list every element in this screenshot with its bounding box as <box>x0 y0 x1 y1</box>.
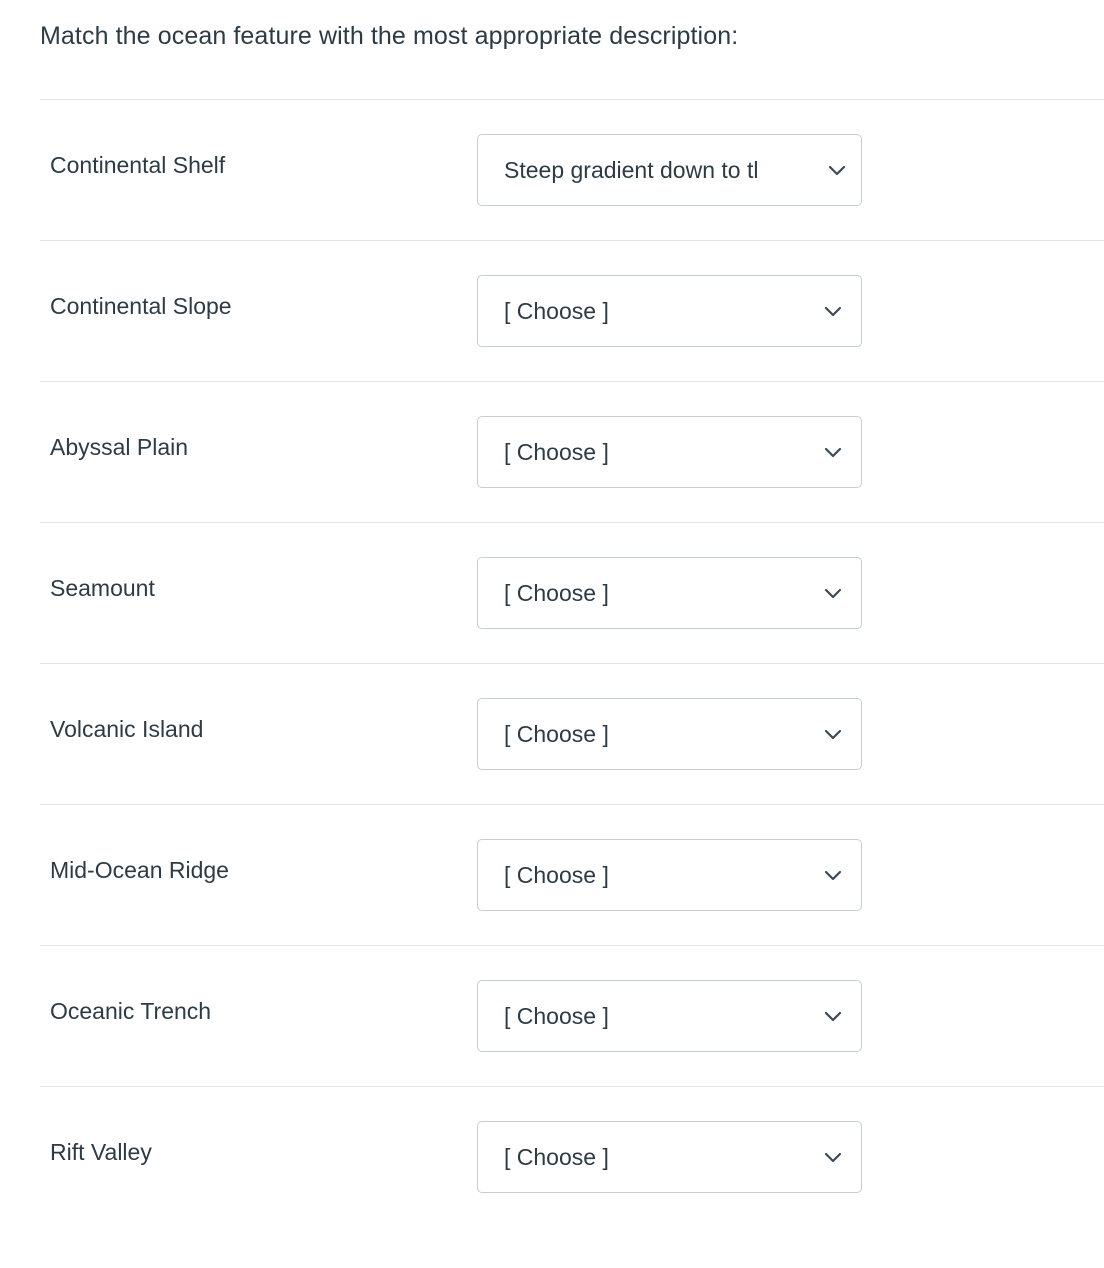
match-item-label: Abyssal Plain <box>50 434 189 460</box>
question-prompt: Match the ocean feature with the most ap… <box>40 22 739 50</box>
match-answer-value: Steep gradient down to tl <box>504 157 759 183</box>
chevron-down-icon <box>821 1004 845 1028</box>
match-answer-select-mid-ocean-ridge[interactable]: [ Choose ] <box>477 839 862 911</box>
match-answer-value: [ Choose ] <box>504 439 609 465</box>
match-answer-select-volcanic-island[interactable]: [ Choose ] <box>477 698 862 770</box>
chevron-down-icon <box>821 863 845 887</box>
chevron-down-icon <box>821 581 845 605</box>
match-item-label: Continental Shelf <box>50 152 226 178</box>
chevron-down-icon <box>821 440 845 464</box>
match-answer-select-abyssal-plain[interactable]: [ Choose ] <box>477 416 862 488</box>
match-answer-select-continental-slope[interactable]: [ Choose ] <box>477 275 862 347</box>
match-item-label: Volcanic Island <box>50 716 204 742</box>
match-answer-select-continental-shelf[interactable]: Steep gradient down to tl <box>477 134 862 206</box>
match-item-label: Rift Valley <box>50 1139 152 1165</box>
table-row: Oceanic Trench [ Choose ] <box>40 945 1104 1086</box>
table-row: Seamount [ Choose ] <box>40 522 1104 663</box>
match-answer-value: [ Choose ] <box>504 1144 609 1170</box>
chevron-down-icon <box>821 299 845 323</box>
match-answer-select-oceanic-trench[interactable]: [ Choose ] <box>477 980 862 1052</box>
table-row: Continental Slope [ Choose ] <box>40 240 1104 381</box>
match-answer-value: [ Choose ] <box>504 580 609 606</box>
table-row: Abyssal Plain [ Choose ] <box>40 381 1104 522</box>
table-row: Continental Shelf Steep gradient down to… <box>40 99 1104 240</box>
match-answer-value: [ Choose ] <box>504 721 609 747</box>
table-row: Rift Valley [ Choose ] <box>40 1086 1104 1227</box>
match-answer-select-seamount[interactable]: [ Choose ] <box>477 557 862 629</box>
match-item-label: Oceanic Trench <box>50 998 212 1024</box>
matching-question: Match the ocean feature with the most ap… <box>0 0 1104 1268</box>
match-item-label: Continental Slope <box>50 293 232 319</box>
match-rows-list: Continental Shelf Steep gradient down to… <box>0 99 1104 1227</box>
match-answer-value: [ Choose ] <box>504 298 609 324</box>
chevron-down-icon <box>825 158 849 182</box>
match-item-label: Mid-Ocean Ridge <box>50 857 229 883</box>
chevron-down-icon <box>821 1145 845 1169</box>
match-answer-value: [ Choose ] <box>504 1003 609 1029</box>
chevron-down-icon <box>821 722 845 746</box>
match-answer-select-rift-valley[interactable]: [ Choose ] <box>477 1121 862 1193</box>
table-row: Mid-Ocean Ridge [ Choose ] <box>40 804 1104 945</box>
match-answer-value: [ Choose ] <box>504 862 609 888</box>
match-item-label: Seamount <box>50 575 155 601</box>
table-row: Volcanic Island [ Choose ] <box>40 663 1104 804</box>
